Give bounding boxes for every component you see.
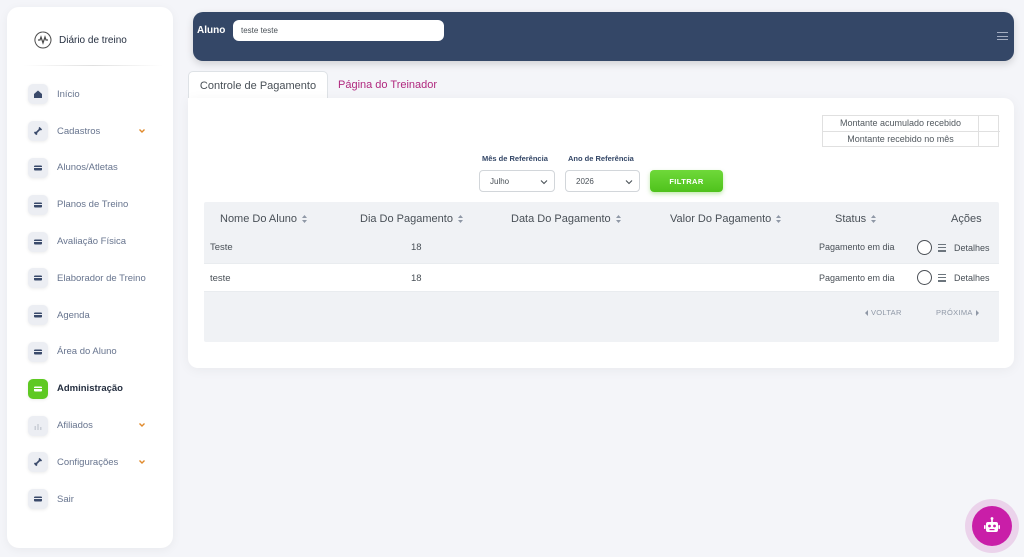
- chevron-right-icon: [975, 309, 979, 316]
- card-icon: [28, 305, 48, 326]
- card-icon: [28, 157, 48, 178]
- tab-trainer-page[interactable]: Página do Treinador: [328, 71, 447, 99]
- card-icon: [28, 489, 48, 510]
- sidebar-item-10[interactable]: Configurações: [20, 444, 166, 481]
- sidebar-item-label: Afiliados: [57, 420, 93, 432]
- chevron-down-icon[interactable]: [138, 127, 146, 135]
- row-name: Teste: [210, 242, 233, 253]
- row-status: Pagamento em dia: [819, 273, 895, 283]
- column-header-payment-day[interactable]: Dia Do Pagamento: [360, 213, 463, 225]
- sort-icon: [457, 215, 463, 223]
- accumulated-value: [978, 116, 1000, 132]
- chevron-left-icon: [865, 309, 868, 316]
- sidebar-item-label: Elaborador de Treino: [57, 272, 146, 284]
- year-select[interactable]: 2026: [565, 170, 640, 192]
- sidebar-item-11[interactable]: Sair: [20, 481, 166, 518]
- prev-page-button[interactable]: VOLTAR: [864, 308, 902, 317]
- top-navbar: Aluno: [193, 12, 1014, 61]
- sidebar-nav: Início Cadastros Alunos/Atletas Planos de T…: [20, 76, 166, 518]
- sidebar-item-label: Administração: [57, 383, 123, 395]
- tools-icon: [28, 121, 48, 142]
- select-circle-icon[interactable]: [917, 270, 932, 285]
- sort-icon: [776, 215, 782, 223]
- month-filter-label: Mês de Referência: [482, 154, 548, 163]
- sidebar-item-6[interactable]: Agenda: [20, 297, 166, 334]
- sort-icon: [615, 215, 621, 223]
- column-header-actions: Ações: [951, 213, 982, 225]
- card-icon: [28, 231, 48, 252]
- sidebar-item-label: Sair: [57, 493, 74, 505]
- home-icon: [28, 84, 48, 105]
- month-select-value: Julho: [490, 176, 510, 186]
- sidebar-item-8[interactable]: Administração: [20, 370, 166, 407]
- next-page-button[interactable]: PRÓXIMA: [936, 308, 980, 317]
- sidebar-item-label: Agenda: [57, 309, 90, 321]
- sidebar-item-label: Alunos/Atletas: [57, 162, 118, 174]
- sidebar-item-label: Início: [57, 88, 80, 100]
- accumulated-label: Montante acumulado recebido: [823, 116, 978, 132]
- menu-toggle-icon[interactable]: [997, 32, 1008, 40]
- tab-payment-control[interactable]: Controle de Pagamento: [188, 71, 328, 99]
- sidebar-item-label: Área do Aluno: [57, 346, 117, 358]
- list-icon[interactable]: [938, 274, 946, 284]
- row-name: teste: [210, 273, 231, 284]
- row-status: Pagamento em dia: [819, 242, 895, 252]
- chatbot-button[interactable]: [965, 499, 1019, 553]
- row-payment-day: 18: [411, 273, 422, 284]
- sort-icon: [302, 215, 308, 223]
- sidebar-item-3[interactable]: Planos de Treino: [20, 186, 166, 223]
- logo-icon: [34, 31, 52, 49]
- sidebar-item-7[interactable]: Área do Aluno: [20, 334, 166, 371]
- sidebar-item-label: Avaliação Física: [57, 236, 126, 248]
- robot-icon: [984, 517, 1000, 532]
- chatbot-button-inner: [972, 506, 1012, 546]
- sidebar-item-0[interactable]: Início: [20, 76, 166, 113]
- chevron-down-icon: [625, 180, 633, 185]
- sidebar-item-label: Cadastros: [57, 125, 101, 137]
- select-circle-icon[interactable]: [917, 240, 932, 255]
- summary-box: Montante acumulado recebido Montante rec…: [822, 115, 1000, 147]
- chevron-down-icon[interactable]: [138, 421, 146, 429]
- sidebar-divider: [23, 65, 163, 66]
- sidebar-item-label: Configurações: [57, 456, 119, 468]
- table-row: Teste 18 Pagamento em dia Detalhes: [204, 233, 999, 262]
- brand-name: Diário de treino: [59, 34, 127, 46]
- sidebar-item-9[interactable]: Afiliados: [20, 407, 166, 444]
- details-link[interactable]: Detalhes: [954, 243, 990, 253]
- sidebar-item-1[interactable]: Cadastros: [20, 113, 166, 150]
- filter-button[interactable]: FILTRAR: [650, 170, 723, 192]
- details-link[interactable]: Detalhes: [954, 273, 990, 283]
- card-icon: [28, 378, 48, 399]
- column-header-payment-value[interactable]: Valor Do Pagamento: [670, 213, 782, 225]
- sort-icon: [871, 215, 877, 223]
- brand[interactable]: Diário de treino: [33, 29, 127, 51]
- chevron-down-icon[interactable]: [138, 458, 146, 466]
- sidebar-item-2[interactable]: Alunos/Atletas: [20, 150, 166, 187]
- column-header-payment-date[interactable]: Data Do Pagamento: [511, 213, 621, 225]
- sidebar-item-4[interactable]: Avaliação Física: [20, 223, 166, 260]
- card-icon: [28, 341, 48, 362]
- card-icon: [28, 194, 48, 215]
- sidebar-item-5[interactable]: Elaborador de Treino: [20, 260, 166, 297]
- list-icon[interactable]: [938, 244, 946, 254]
- table-row: teste 18 Pagamento em dia Detalhes: [204, 263, 999, 292]
- tools-icon: [28, 452, 48, 473]
- card-icon: [28, 268, 48, 289]
- column-header-name[interactable]: Nome Do Aluno: [220, 213, 308, 225]
- tab-bar: Controle de Pagamento Página do Treinado…: [188, 71, 447, 99]
- sidebar-item-label: Planos de Treino: [57, 199, 129, 211]
- year-filter-label: Ano de Referência: [568, 154, 634, 163]
- column-header-status[interactable]: Status: [835, 213, 877, 225]
- row-payment-day: 18: [411, 242, 422, 253]
- month-received-label: Montante recebido no mês: [847, 134, 954, 145]
- year-select-value: 2026: [576, 176, 594, 186]
- month-received-value: [978, 131, 1000, 147]
- chevron-down-icon: [540, 180, 548, 185]
- student-search-input[interactable]: [233, 20, 444, 41]
- month-select[interactable]: Julho: [479, 170, 555, 192]
- payments-table: Nome Do Aluno Dia Do Pagamento Data Do P…: [204, 202, 999, 342]
- student-label: Aluno: [197, 25, 226, 36]
- chart-icon: [28, 415, 48, 436]
